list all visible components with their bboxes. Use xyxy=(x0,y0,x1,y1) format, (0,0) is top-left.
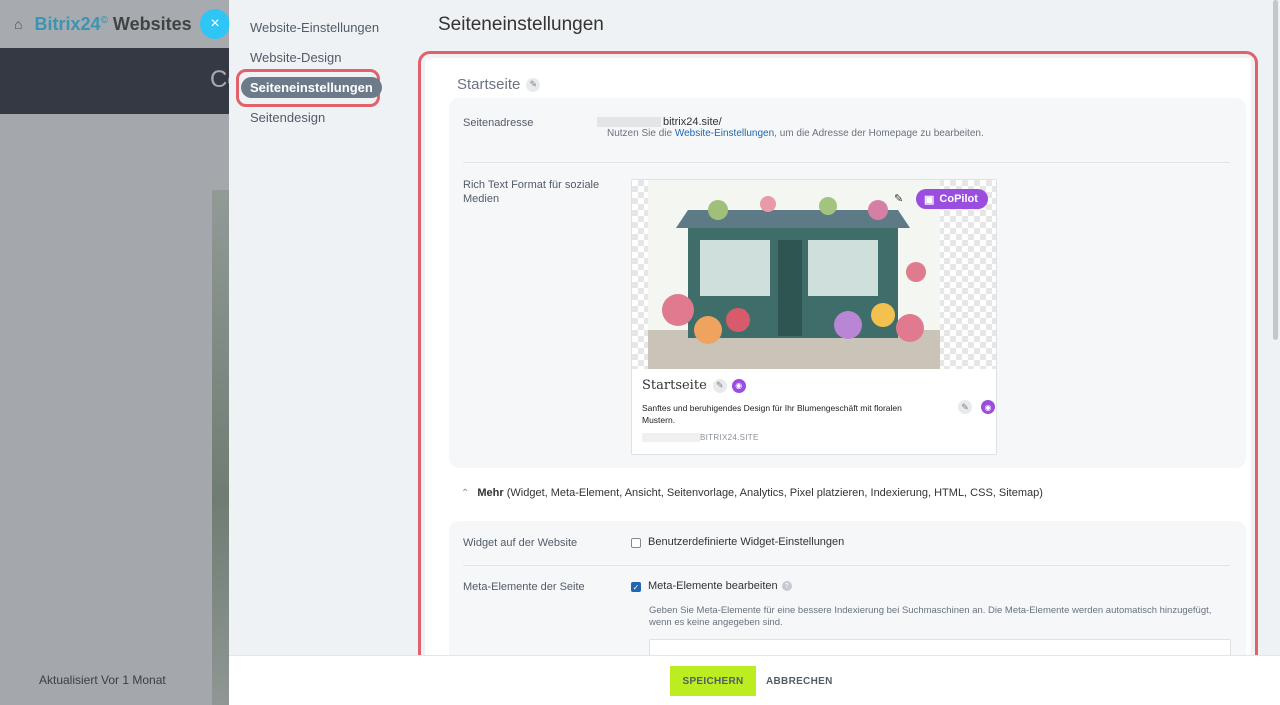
title-ai-icon[interactable]: ◉ xyxy=(731,378,746,393)
preview-title: Startseite ✎ ◉ xyxy=(642,378,746,393)
content-highlight-frame: Startseite ✎ Seitenadresse bitrix24.site… xyxy=(418,51,1258,667)
settings-side-nav: Website-Einstellungen Website-Design Sei… xyxy=(229,0,409,655)
nav-item-page-design[interactable]: Seitendesign xyxy=(250,110,325,125)
social-preview-card: ✎ ▣ CoPilot Startseite ✎ ◉ Sanftes und b… xyxy=(631,179,997,455)
nav-item-website-settings[interactable]: Website-Einstellungen xyxy=(250,20,379,35)
meta-checkbox-row: Meta-Elemente bearbeiten? xyxy=(648,580,792,592)
preview-title-text: Startseite xyxy=(642,378,707,393)
website-settings-link[interactable]: Website-Einstellungen xyxy=(675,128,774,139)
meta-checkbox-label[interactable]: Meta-Elemente bearbeiten xyxy=(648,580,778,592)
footer-bar: SPEICHERN ABBRECHEN xyxy=(229,655,1280,705)
more-label: Mehr xyxy=(477,487,504,499)
divider xyxy=(463,565,1230,566)
preview-domain: BITRIX24.SITE xyxy=(642,433,759,443)
close-icon: × xyxy=(210,15,220,32)
address-blur xyxy=(597,117,661,128)
copilot-label: CoPilot xyxy=(939,193,978,205)
description-actions: ✎ ◉ xyxy=(952,400,995,414)
save-button[interactable]: SPEICHERN xyxy=(670,666,756,696)
copilot-icon: ▣ xyxy=(924,193,935,206)
copilot-button[interactable]: ▣ CoPilot xyxy=(916,189,988,209)
description-ai-icon[interactable]: ◉ xyxy=(981,400,995,414)
rich-text-label: Rich Text Format für soziale Medien xyxy=(463,179,600,205)
widget-checkbox-label[interactable]: Benutzerdefinierte Widget-Einstellungen xyxy=(648,536,844,548)
pencil-icon[interactable]: ✎ xyxy=(526,77,541,92)
page-address-value: bitrix24.site/ xyxy=(597,116,722,128)
page-address-label: Seitenadresse xyxy=(463,117,534,129)
nav-item-website-design[interactable]: Website-Design xyxy=(250,50,342,65)
widget-label: Widget auf der Website xyxy=(463,537,578,549)
settings-content: Startseite ✎ Seitenadresse bitrix24.site… xyxy=(425,58,1251,658)
divider xyxy=(463,162,1230,163)
scrollbar[interactable] xyxy=(1273,0,1278,340)
preview-domain-text: BITRIX24.SITE xyxy=(700,433,759,442)
updated-text: Aktualisiert Vor 1 Monat xyxy=(39,673,166,687)
description-pencil-icon[interactable]: ✎ xyxy=(958,400,972,414)
section-title-text: Startseite xyxy=(457,76,521,93)
domain-blur xyxy=(642,433,700,443)
hint-prefix: Nutzen Sie die xyxy=(607,128,675,139)
help-icon[interactable]: ? xyxy=(781,581,792,592)
flower-shop-illustration xyxy=(648,180,940,369)
meta-hint: Geben Sie Meta-Elemente für eine bessere… xyxy=(649,605,1212,628)
section-title: Startseite ✎ xyxy=(457,76,541,93)
page-title: Seiteneinstellungen xyxy=(438,14,604,35)
cancel-button[interactable]: ABBRECHEN xyxy=(766,666,833,696)
hint-suffix: , um die Adresse der Homepage zu bearbei… xyxy=(774,128,984,139)
nav-item-page-settings[interactable]: Seiteneinstellungen xyxy=(241,77,382,98)
page-address-hint: Nutzen Sie die Website-Einstellungen, um… xyxy=(607,128,984,139)
widget-checkbox[interactable] xyxy=(631,538,641,548)
dim-overlay[interactable] xyxy=(0,0,229,705)
more-details: (Widget, Meta-Element, Ansicht, Seitenvo… xyxy=(506,487,1043,499)
close-slider-button[interactable]: × xyxy=(200,9,230,39)
settings-slider: Website-Einstellungen Website-Design Sei… xyxy=(229,0,1280,705)
chevron-up-icon: ⌃ xyxy=(461,488,470,499)
image-pencil-icon[interactable]: ✎ xyxy=(894,192,903,205)
preview-description: Sanftes und beruhigendes Design für Ihr … xyxy=(642,403,902,425)
title-pencil-icon[interactable]: ✎ xyxy=(712,378,727,393)
meta-checkbox[interactable]: ✓ xyxy=(631,582,641,592)
more-toggle[interactable]: ⌃ Mehr (Widget, Meta-Element, Ansicht, Se… xyxy=(461,487,1043,499)
preview-image[interactable]: ✎ ▣ CoPilot xyxy=(632,180,996,369)
page-address-text: bitrix24.site/ xyxy=(663,116,722,128)
meta-label: Meta-Elemente der Seite xyxy=(463,581,585,593)
